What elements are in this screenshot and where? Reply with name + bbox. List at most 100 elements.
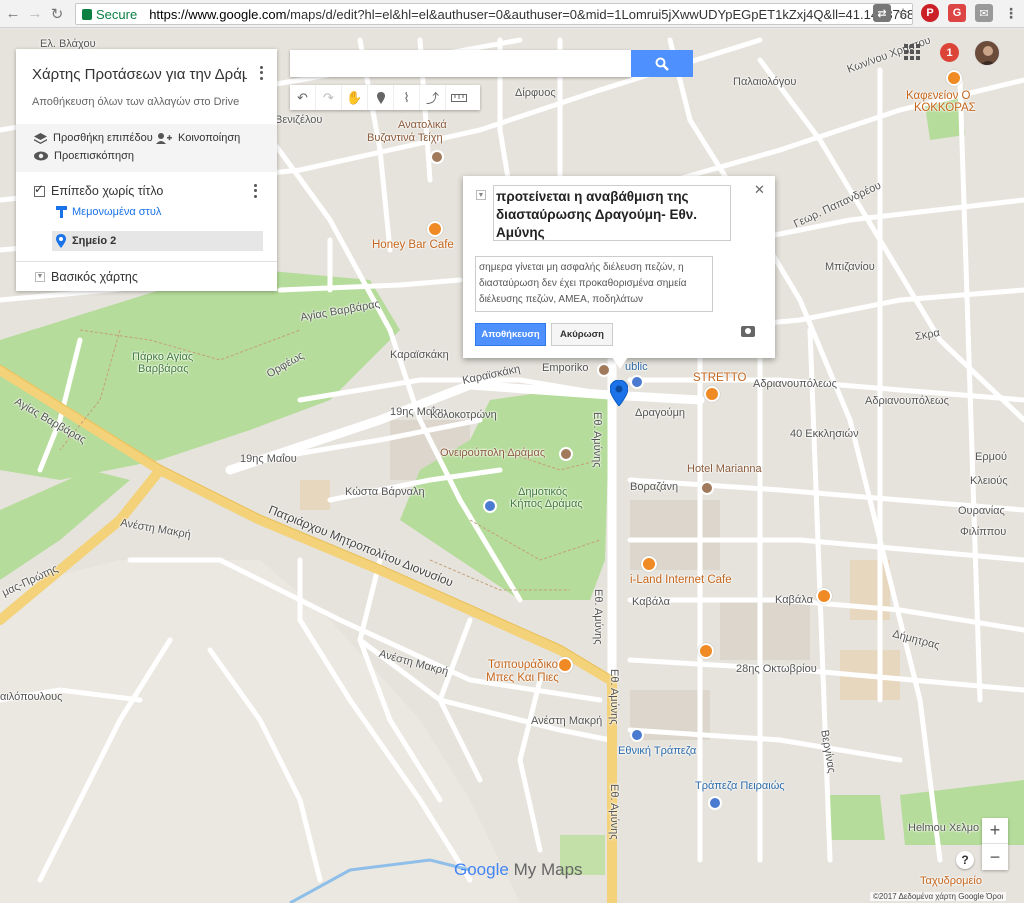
reload-icon[interactable]: ↻ bbox=[46, 3, 68, 25]
cafe-icon[interactable] bbox=[698, 643, 714, 659]
map-attribution[interactable]: ©2017 Δεδομένα χάρτη Google Όροι bbox=[870, 892, 1007, 901]
info-window-pointer bbox=[612, 357, 628, 369]
back-icon[interactable]: ← bbox=[2, 3, 24, 25]
search-button[interactable] bbox=[631, 50, 693, 77]
address-bar[interactable]: Secure https://www.google.com/maps/d/edi… bbox=[75, 3, 913, 25]
add-layer-button[interactable]: Προσθήκη επιπέδου bbox=[34, 132, 153, 144]
poi-label: Καφενείον Ο bbox=[906, 90, 971, 102]
chevron-down-icon[interactable]: ▼ bbox=[476, 190, 486, 200]
hotel-icon[interactable] bbox=[700, 481, 714, 495]
search-icon bbox=[655, 57, 669, 71]
help-icon[interactable]: ? bbox=[956, 851, 974, 869]
avatar[interactable] bbox=[974, 40, 1000, 66]
poi-label: Emporiko bbox=[542, 362, 589, 374]
bus-stop-icon[interactable] bbox=[483, 499, 497, 513]
cancel-button[interactable]: Ακύρωση bbox=[551, 323, 613, 346]
restaurant-icon[interactable] bbox=[557, 657, 573, 673]
landmark-icon[interactable] bbox=[559, 447, 573, 461]
apps-grid-icon[interactable] bbox=[904, 44, 920, 60]
ruler-icon[interactable] bbox=[446, 85, 472, 110]
basemap-label: Βασικός χάρτης bbox=[51, 269, 138, 284]
street-label: Κώστα Βάρναλη bbox=[345, 486, 425, 498]
directions-icon[interactable]: ⤴ bbox=[420, 85, 446, 110]
park-label: Κήπος Δράμας bbox=[510, 498, 583, 510]
cafe-icon[interactable] bbox=[641, 556, 657, 572]
styles-link[interactable]: Μεμονωμένα στυλ bbox=[56, 206, 161, 218]
street-label: Αδριανουπόλεως bbox=[865, 395, 949, 407]
secure-indicator[interactable]: Secure bbox=[76, 7, 137, 22]
map-title[interactable]: Χάρτης Προτάσεων για την Δράμ... bbox=[32, 66, 247, 83]
translate-icon[interactable]: ⇄ bbox=[873, 4, 891, 22]
forward-icon[interactable]: → bbox=[24, 3, 46, 25]
google-my-maps-logo: Google My Maps bbox=[454, 860, 583, 880]
poi-label: STRETTO bbox=[693, 372, 747, 384]
atm-icon[interactable] bbox=[708, 796, 722, 810]
zoom-out-button[interactable]: − bbox=[982, 844, 1008, 870]
layer-options-icon[interactable] bbox=[248, 183, 262, 199]
extension-icon[interactable]: G bbox=[948, 4, 966, 22]
undo-icon[interactable]: ↶ bbox=[290, 85, 316, 110]
share-button[interactable]: Κοινοποίηση bbox=[156, 132, 240, 144]
layer-name[interactable]: Επίπεδο χωρίς τίτλο bbox=[51, 184, 163, 198]
secure-label: Secure bbox=[96, 6, 138, 22]
street-label: Ουρανίας bbox=[958, 505, 1005, 517]
chevron-down-icon[interactable]: ▼ bbox=[35, 271, 45, 282]
feature-description-field[interactable]: σημερα γίνεται μη ασφαλής διέλευση πεζών… bbox=[475, 256, 713, 312]
draw-line-icon[interactable]: ⌇ bbox=[394, 85, 420, 110]
poi-label: Τσιπουράδικο bbox=[488, 659, 559, 671]
mail-icon[interactable]: ✉ bbox=[975, 4, 993, 22]
poi-label: Τράπεζα Πειραιώς bbox=[695, 780, 785, 792]
street-label: Βενιζέλου bbox=[275, 114, 323, 126]
cafe-icon[interactable] bbox=[427, 221, 443, 237]
marker-icon[interactable] bbox=[368, 85, 394, 110]
pinterest-icon[interactable]: P bbox=[921, 4, 939, 22]
street-label: Αδριανουπόλεως bbox=[753, 378, 837, 390]
street-label: Εθ. Αμύνης bbox=[592, 589, 604, 645]
url-text[interactable]: https://www.google.com/maps/d/edit?hl=el… bbox=[149, 7, 912, 22]
street-label: Μπιζανίου bbox=[825, 261, 875, 273]
share-label: Κοινοποίηση bbox=[178, 132, 241, 144]
restaurant-icon[interactable] bbox=[704, 386, 720, 402]
star-icon[interactable]: ☆ bbox=[894, 4, 912, 22]
landmark-icon[interactable] bbox=[430, 150, 444, 164]
street-label: Δραγούμη bbox=[635, 407, 686, 419]
store-icon[interactable] bbox=[597, 363, 611, 377]
panel-actions: Προσθήκη επιπέδου Κοινοποίηση Προεπισκόπ… bbox=[16, 124, 277, 172]
poi-label: Βυζαντινά Τείχη bbox=[367, 132, 443, 144]
street-label: Εθ. Αμύνης bbox=[608, 784, 620, 840]
street-label: Παλαιολόγου bbox=[733, 76, 797, 88]
eye-icon bbox=[34, 151, 48, 161]
feature-item[interactable]: Σημείο 2 bbox=[52, 231, 263, 251]
restaurant-icon[interactable] bbox=[816, 588, 832, 604]
redo-icon[interactable]: ↷ bbox=[316, 85, 342, 110]
preview-button[interactable]: Προεπισκόπηση bbox=[34, 150, 134, 162]
feature-title-field[interactable]: προτείνεται η αναβάθμιση της διασταύρωση… bbox=[493, 185, 731, 241]
shop-icon[interactable] bbox=[630, 375, 644, 389]
street-label: Εθ. Αμύνης bbox=[591, 412, 603, 468]
close-icon[interactable]: ✕ bbox=[754, 182, 765, 198]
menu-icon[interactable]: ⋮ bbox=[1002, 4, 1020, 22]
poi-label: ublic bbox=[625, 361, 648, 373]
park-label: Δημοτικός bbox=[518, 486, 568, 498]
selected-marker-icon[interactable] bbox=[609, 379, 629, 411]
marker-icon bbox=[56, 234, 66, 248]
notifications-badge[interactable]: 1 bbox=[940, 43, 959, 62]
feature-info-window: ▼ προτείνεται η αναβάθμιση της διασταύρω… bbox=[463, 176, 775, 358]
save-button[interactable]: Αποθήκευση bbox=[475, 323, 546, 346]
street-label: 40 Εκκλησιών bbox=[790, 428, 859, 440]
save-status: Αποθήκευση όλων των αλλαγών στο Drive bbox=[32, 96, 240, 108]
layer-item[interactable]: Επίπεδο χωρίς τίτλο bbox=[34, 182, 163, 198]
street-label: Καβάλα bbox=[775, 594, 813, 606]
hand-icon[interactable]: ✋ bbox=[342, 85, 368, 110]
layer-visibility-checkbox[interactable] bbox=[34, 182, 45, 197]
zoom-control: + − bbox=[982, 818, 1008, 870]
cafe-icon[interactable] bbox=[946, 70, 962, 86]
more-options-icon[interactable] bbox=[254, 65, 268, 81]
search-input[interactable] bbox=[290, 50, 631, 77]
zoom-in-button[interactable]: + bbox=[982, 818, 1008, 844]
street-label: Κολοκοτρώνη bbox=[430, 409, 497, 421]
bank-icon[interactable] bbox=[630, 728, 644, 742]
camera-icon[interactable] bbox=[741, 326, 755, 337]
street-label: Καβάλα bbox=[632, 596, 670, 608]
basemap-item[interactable]: ▼ Βασικός χάρτης bbox=[16, 261, 277, 291]
